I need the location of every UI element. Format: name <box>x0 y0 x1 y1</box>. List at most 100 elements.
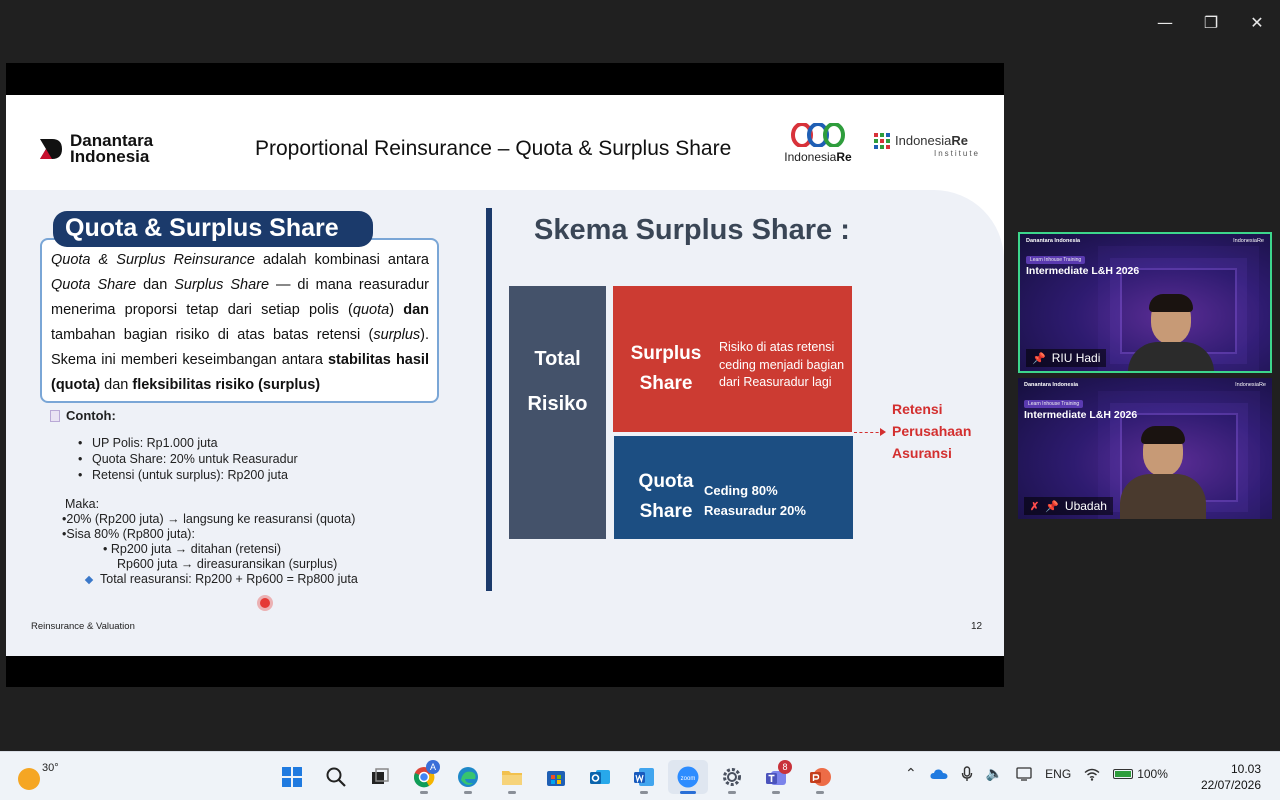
microphone-icon[interactable] <box>961 766 973 782</box>
system-tray: ⌃ 🔈 ENG 100% <box>905 766 1168 782</box>
quota-surplus-heading: Quota & Surplus Share <box>53 211 373 247</box>
display-icon[interactable] <box>1016 767 1032 781</box>
tile-logo-right: IndonesiaRe <box>1235 382 1266 388</box>
taskbar-apps: A zoom 8 <box>272 760 840 794</box>
tile-logo: Danantara Indonesia <box>1024 382 1079 388</box>
pin-icon: 📌 <box>1032 352 1046 365</box>
settings-button[interactable] <box>712 760 752 794</box>
start-button[interactable] <box>272 760 312 794</box>
institute-dots-icon <box>874 133 890 149</box>
speaker-icon[interactable]: 🔈 <box>986 766 1003 782</box>
store-button[interactable] <box>536 760 576 794</box>
tile-logo-right: IndonesiaRe <box>1233 238 1264 244</box>
institute-sub: Institute <box>933 149 980 158</box>
participant-name: Ubadah <box>1064 499 1107 513</box>
clock-time: 10.03 <box>1230 762 1261 776</box>
total-risk-box: Total Risiko <box>509 286 606 539</box>
tile-event-title: Intermediate L&H 2026 <box>1026 265 1140 277</box>
svg-text:zoom: zoom <box>681 776 696 782</box>
clock-date: 22/07/2026 <box>1200 778 1261 792</box>
outlook-button[interactable] <box>580 760 620 794</box>
video-tile-riu-hadi[interactable]: Danantara Indonesia IndonesiaRe Learn In… <box>1018 232 1272 373</box>
maka-label: Maka: <box>65 497 100 511</box>
surplus-label-1: Surplus <box>630 343 702 364</box>
outlook-icon <box>590 770 610 784</box>
windows-icon <box>282 767 302 787</box>
intro-paragraph: Quota & Surplus Reinsurance adalah kombi… <box>51 252 430 393</box>
tile-badge: Learn Inhouse Training <box>1026 256 1086 264</box>
example-section: Contoh: UP Polis: Rp1.000 juta Quota Sha… <box>50 408 358 587</box>
search-button[interactable] <box>316 760 356 794</box>
folder-icon <box>502 771 522 785</box>
powerpoint-button[interactable] <box>800 760 840 794</box>
tile-badge: Learn Inhouse Training <box>1024 400 1084 408</box>
total-reinsurance: Total reasuransi: Rp200 + Rp600 = Rp800 … <box>100 572 358 586</box>
surplus-description: Risiko di atas retensi ceding menjadi ba… <box>719 340 845 389</box>
task-view-icon <box>372 768 389 784</box>
retention-label: Retensi Perusahaan Asuransi <box>892 401 972 461</box>
memo-icon <box>50 409 60 422</box>
slide-header: Danantara Indonesia Proportional Reinsur… <box>6 95 1004 190</box>
maximize-icon[interactable]: ❐ <box>1188 0 1234 44</box>
weather-sun-icon <box>18 768 40 790</box>
search-icon <box>326 767 346 787</box>
indonesiare-logo: IndonesiaRe <box>778 122 858 164</box>
weather-widget[interactable]: 30° <box>18 762 59 790</box>
list-item: Quota Share: 20% untuk Reasuradur <box>78 451 358 467</box>
list-item: Retensi (untuk surplus): Rp200 juta <box>78 467 358 483</box>
surplus-label-2: Share <box>639 373 693 394</box>
clock[interactable]: 10.03 22/07/2026 <box>1201 761 1261 793</box>
chevron-up-icon[interactable]: ⌃ <box>905 766 917 782</box>
slide-footer: Reinsurance & Valuation <box>31 621 135 632</box>
maka-item-2a: • Rp200 juta → ditahan (retensi) <box>103 542 282 556</box>
minimize-icon[interactable]: — <box>1142 0 1188 44</box>
store-icon <box>547 771 565 786</box>
powerpoint-icon <box>810 768 831 786</box>
word-icon <box>634 768 654 786</box>
participant-name-tag: ✗ 📌 Ubadah <box>1024 497 1113 515</box>
diamond-bullet-icon <box>84 575 94 584</box>
edge-icon <box>458 767 478 787</box>
slide-title: Proportional Reinsurance – Quota & Surpl… <box>255 137 732 160</box>
example-list: UP Polis: Rp1.000 juta Quota Share: 20% … <box>78 435 358 483</box>
total-risk-line1: Total <box>534 348 581 370</box>
laser-pointer-icon <box>260 598 270 608</box>
page-number: 12 <box>971 621 983 632</box>
edge-button[interactable] <box>448 760 488 794</box>
teams-button[interactable]: 8 <box>756 760 796 794</box>
battery-indicator[interactable]: 100% <box>1113 767 1168 781</box>
teams-notification-badge: 8 <box>778 760 792 774</box>
intro-box: Quota & Surplus Reinsurance adalah kombi… <box>40 238 439 403</box>
shared-screen: Danantara Indonesia Proportional Reinsur… <box>6 63 1004 687</box>
quota-share-box: Quota Share Ceding 80% Reasuradur 20% <box>614 436 853 539</box>
close-icon[interactable]: ✕ <box>1234 0 1280 44</box>
wifi-icon[interactable] <box>1084 768 1100 781</box>
danantara-logo: Danantara Indonesia <box>38 131 160 166</box>
chrome-button[interactable]: A <box>404 760 444 794</box>
taskbar: 30° A zoom 8 ⌃ 🔈 ENG 100% 10.03 22/07/20… <box>0 751 1280 800</box>
maka-item-2b: Rp600 juta → direasuransikan (surplus) <box>117 557 338 571</box>
task-view-button[interactable] <box>360 760 400 794</box>
slide: Danantara Indonesia Proportional Reinsur… <box>6 95 1004 656</box>
file-explorer-button[interactable] <box>492 760 532 794</box>
video-tile-ubadah[interactable]: Danantara Indonesia IndonesiaRe Learn In… <box>1018 378 1272 519</box>
battery-icon <box>1113 769 1134 779</box>
mic-off-icon: ✗ <box>1030 500 1040 513</box>
battery-percent: 100% <box>1137 767 1168 781</box>
zoom-button[interactable]: zoom <box>668 760 708 794</box>
participant-name: RIU Hadi <box>1051 351 1101 365</box>
indonesiare-text: Indonesia <box>784 150 837 164</box>
language-indicator[interactable]: ENG <box>1045 767 1071 781</box>
danantara-text: Danantara Indonesia <box>70 131 154 166</box>
chrome-profile-badge: A <box>426 760 440 774</box>
total-risk-line2: Risiko <box>527 393 588 415</box>
quota-reasuradur: Reasuradur 20% <box>704 503 806 518</box>
institute-re: Re <box>951 133 969 148</box>
participant-avatar <box>1124 294 1214 371</box>
onedrive-icon[interactable] <box>930 768 948 780</box>
tile-event-title: Intermediate L&H 2026 <box>1024 409 1138 421</box>
zoom-icon: zoom <box>677 766 699 788</box>
vertical-divider <box>486 208 492 591</box>
word-button[interactable] <box>624 760 664 794</box>
indonesiare-re: Re <box>836 150 852 164</box>
